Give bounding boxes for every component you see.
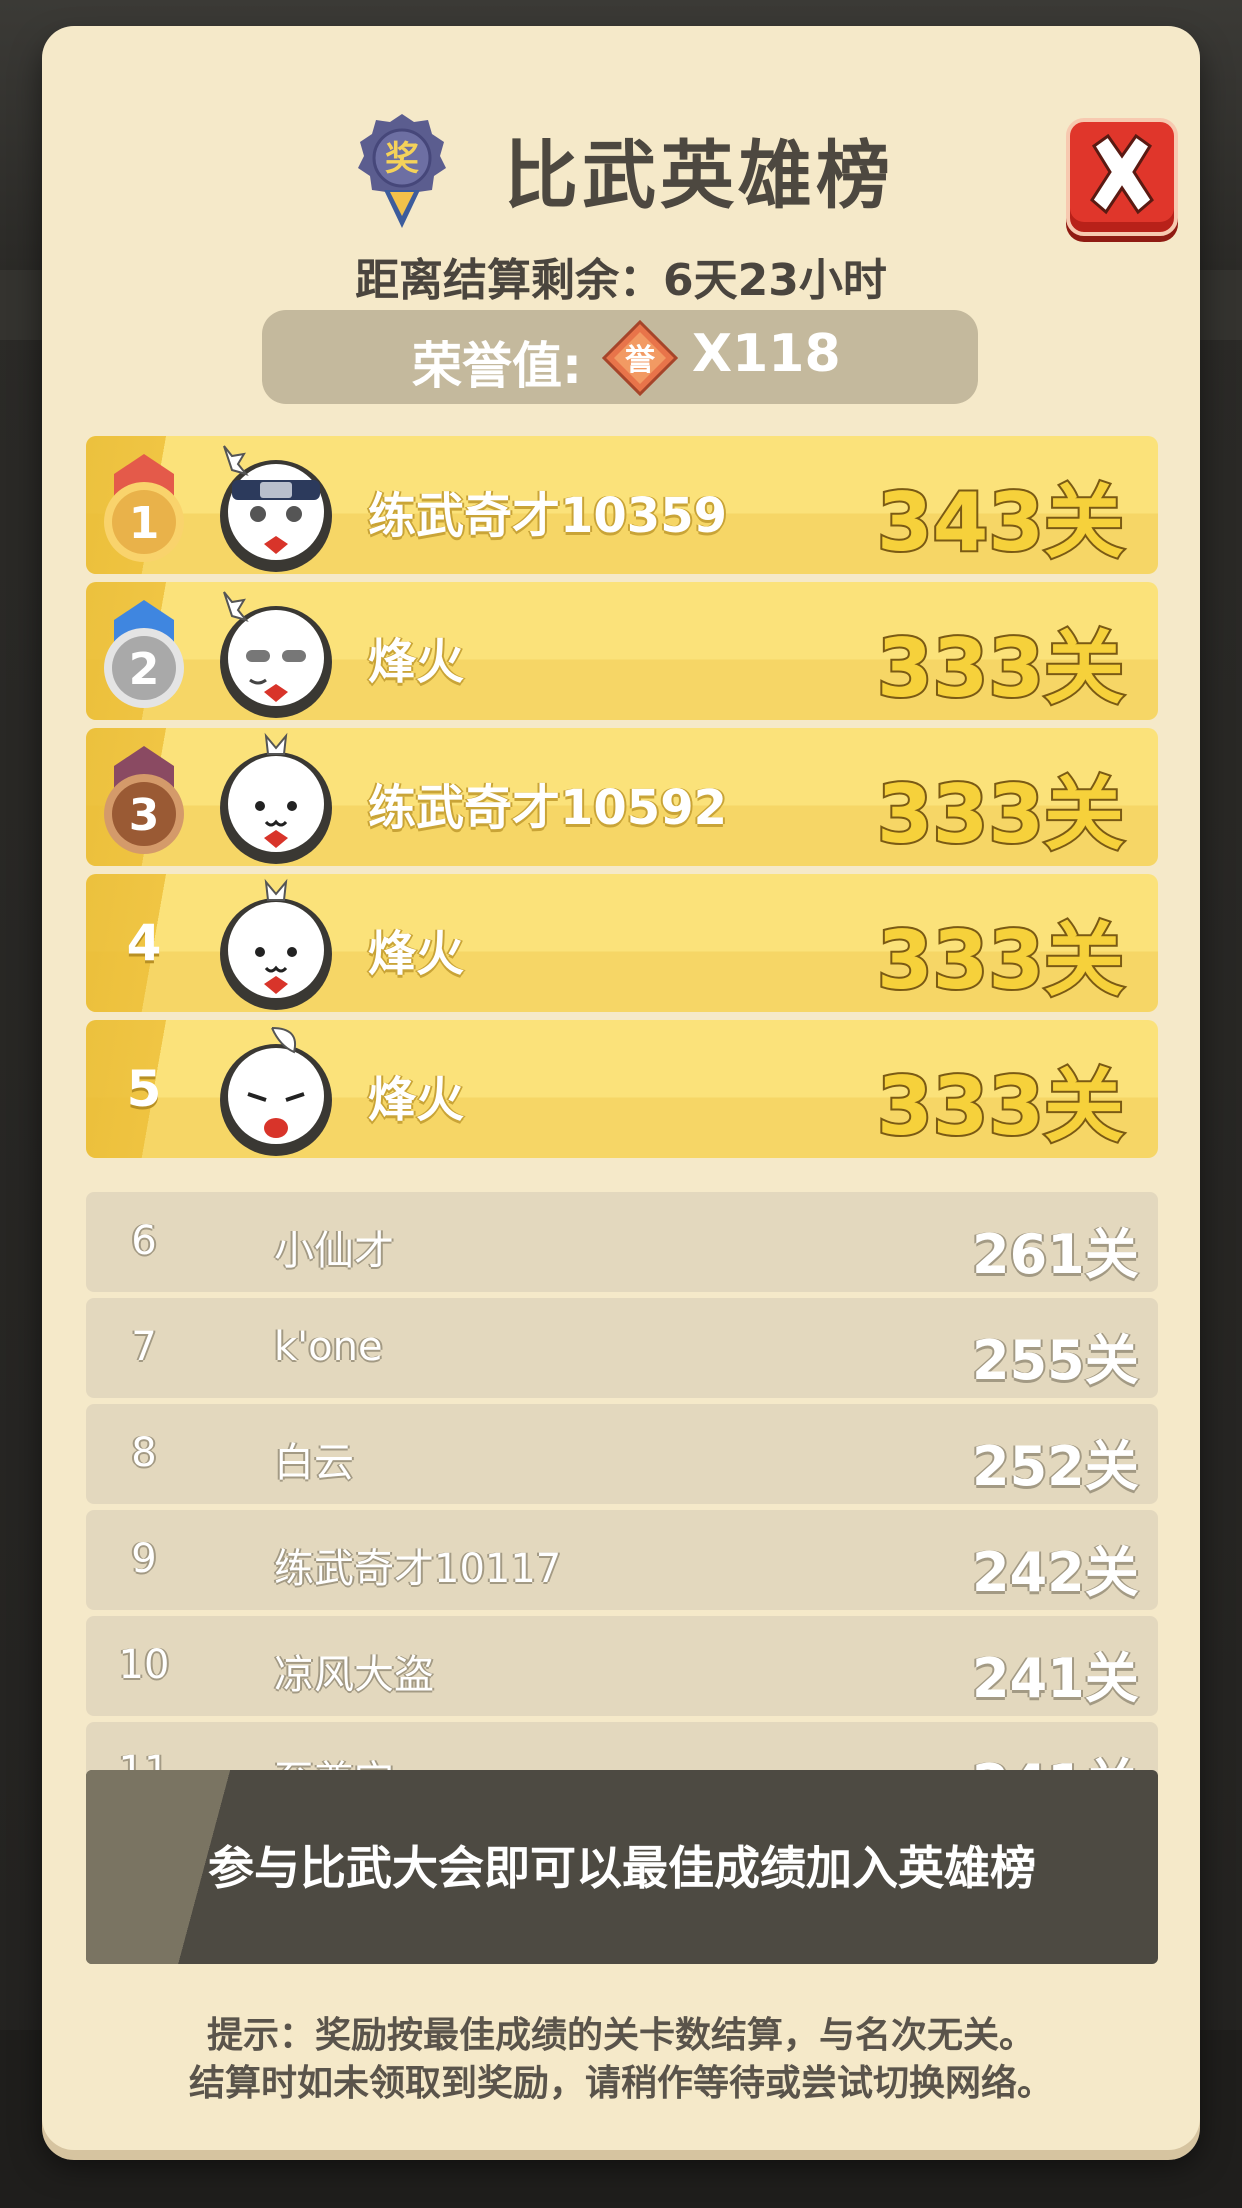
player-score: 333关 bbox=[875, 1058, 1126, 1155]
player-name: 练武奇才10592 bbox=[368, 780, 727, 836]
join-leaderboard-banner: 参与比武大会即可以最佳成绩加入英雄榜 bbox=[86, 1770, 1158, 1964]
tip-line-1: 提示：奖励按最佳成绩的关卡数结算，与名次无关。 bbox=[206, 2015, 1035, 2056]
close-icon bbox=[1090, 133, 1154, 215]
ranking-row-top[interactable]: 2 烽火 333关 bbox=[86, 582, 1158, 720]
ranking-row[interactable]: 7 k'one 255关 bbox=[86, 1298, 1158, 1398]
settlement-countdown: 距离结算剩余：6天23小时 bbox=[355, 255, 887, 306]
rank-number: 7 bbox=[131, 1324, 157, 1370]
player-name: 练武奇才10359 bbox=[368, 488, 727, 544]
honor-points-box: 荣誉值: 誉 X118 bbox=[262, 310, 978, 404]
gold-medal-icon: 1 bbox=[104, 454, 184, 562]
svg-text:3: 3 bbox=[129, 790, 160, 841]
rank-number: 8 bbox=[131, 1430, 157, 1476]
ranking-row-top[interactable]: 4 烽火 333关 bbox=[86, 874, 1158, 1012]
svg-text:1: 1 bbox=[129, 498, 160, 549]
dialog-header: 奖 比武英雄榜 bbox=[42, 96, 1200, 236]
rank-number: 9 bbox=[131, 1536, 157, 1582]
player-score: 242关 bbox=[972, 1541, 1139, 1604]
honor-diamond-icon: 誉 bbox=[602, 320, 678, 396]
ranking-list[interactable]: 1 练武奇才10359 343关 2 烽火 333关 3 练武奇才10592 3… bbox=[86, 436, 1158, 1784]
player-score: 333关 bbox=[875, 620, 1126, 717]
player-score: 252关 bbox=[972, 1435, 1139, 1498]
tip-line-2: 结算时如未领取到奖励，请稍作等待或尝试切换网络。 bbox=[188, 2063, 1053, 2104]
avatar-sleepy bbox=[220, 1027, 332, 1156]
avatar-grumpy bbox=[220, 591, 332, 718]
ranking-row-top[interactable]: 1 练武奇才10359 343关 bbox=[86, 436, 1158, 574]
player-name: 烽火 bbox=[368, 1072, 465, 1128]
ranking-row[interactable]: 6 小仙才 261关 bbox=[86, 1192, 1158, 1292]
svg-text:奖: 奖 bbox=[385, 139, 419, 179]
avatar-ninja-headband bbox=[220, 445, 332, 572]
silver-medal-icon: 2 bbox=[104, 600, 184, 708]
leaderboard-dialog: 奖 比武英雄榜 距离结算剩余：6天23小时 荣誉值: 誉 X118 1 练武奇才… bbox=[42, 26, 1200, 2150]
player-score: 261关 bbox=[972, 1223, 1139, 1286]
player-score: 333关 bbox=[875, 912, 1126, 1009]
ranking-row[interactable]: 9 练武奇才10117 242关 bbox=[86, 1510, 1158, 1610]
player-name: 烽火 bbox=[368, 634, 465, 690]
bronze-medal-icon: 3 bbox=[104, 746, 184, 854]
ranking-row[interactable]: 10 凉风大盗 241关 bbox=[86, 1616, 1158, 1716]
avatar-smile bbox=[220, 878, 332, 1010]
player-score: 333关 bbox=[875, 766, 1126, 863]
player-name: 练武奇才10117 bbox=[274, 1546, 562, 1592]
rank-number: 10 bbox=[118, 1642, 170, 1688]
banner-text: 参与比武大会即可以最佳成绩加入英雄榜 bbox=[208, 1841, 1036, 1895]
svg-text:2: 2 bbox=[129, 644, 160, 695]
player-name: 小仙才 bbox=[274, 1228, 394, 1274]
player-score: 255关 bbox=[972, 1329, 1139, 1392]
svg-text:誉: 誉 bbox=[625, 343, 656, 378]
dialog-title: 比武英雄榜 bbox=[504, 133, 894, 219]
honor-label: 荣誉值: bbox=[412, 337, 582, 395]
player-score: 343关 bbox=[875, 474, 1126, 571]
player-name: k'one bbox=[274, 1324, 383, 1370]
honor-value: X118 bbox=[692, 324, 841, 384]
player-score: 241关 bbox=[972, 1647, 1139, 1710]
ranking-row-top[interactable]: 5 烽火 333关 bbox=[86, 1020, 1158, 1158]
rank-number: 4 bbox=[126, 914, 162, 972]
avatar-smile bbox=[220, 732, 332, 864]
close-button[interactable] bbox=[1066, 118, 1178, 236]
player-name: 白云 bbox=[274, 1440, 354, 1486]
player-name: 烽火 bbox=[368, 926, 465, 982]
ranking-row[interactable]: 8 白云 252关 bbox=[86, 1404, 1158, 1504]
award-badge-icon: 奖 bbox=[358, 114, 446, 228]
ranking-row-top[interactable]: 3 练武奇才10592 333关 bbox=[86, 728, 1158, 866]
rank-number: 6 bbox=[131, 1218, 157, 1264]
rank-number: 5 bbox=[126, 1060, 162, 1118]
player-name: 凉风大盗 bbox=[274, 1652, 434, 1698]
